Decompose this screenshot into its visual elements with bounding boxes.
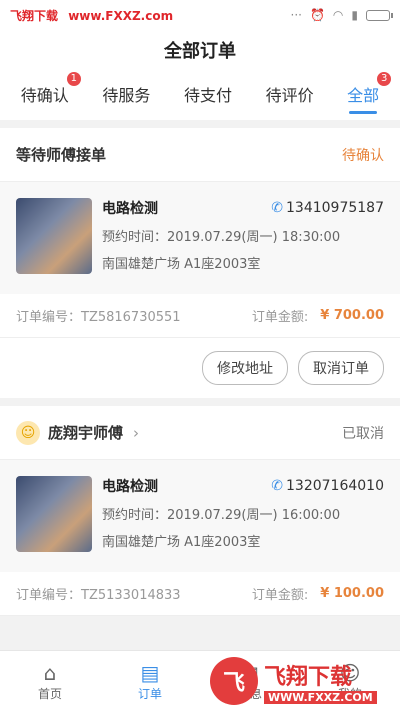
order-number: 订单编号：TZ5816730551	[16, 310, 181, 325]
watermark-site: www.FXXZ.com	[68, 8, 174, 23]
tab-pending-confirm[interactable]: 待确认 1	[20, 70, 81, 120]
order-number: 订单编号：TZ5133014833	[16, 588, 181, 603]
order-status: 已取消	[342, 425, 384, 442]
tab-label: 待支付	[183, 86, 232, 105]
worker-name: 庞翔宇师傅	[48, 424, 124, 442]
order-card: 等待师傅接单 待确认 电路检测 ✆ 13410975187 预约时间：2019.…	[0, 128, 400, 398]
wifi-icon: ◠	[332, 8, 344, 22]
watermark-logo: 飞 飞翔下载 WWW.FXXZ.COM	[210, 656, 390, 706]
phone-link[interactable]: ✆ 13410975187	[271, 200, 384, 216]
tab-badge: 1	[66, 72, 81, 86]
order-meta: 订单编号：TZ5133014833 订单金额: ¥ 100.00	[0, 572, 400, 616]
nav-label: 首页	[37, 687, 62, 701]
order-header: 等待师傅接单 待确认	[0, 128, 400, 182]
modify-address-button[interactable]: 修改地址	[202, 351, 288, 385]
tab-pending-review[interactable]: 待评价	[266, 70, 314, 120]
cancel-order-button[interactable]: 取消订单	[298, 351, 384, 385]
nav-home[interactable]: ⌂ 首页	[0, 661, 100, 702]
tab-label: 待服务	[102, 86, 151, 105]
order-status: 待确认	[342, 147, 384, 164]
service-thumbnail	[16, 198, 92, 274]
home-icon: ⌂	[43, 661, 57, 685]
watermark-text: 飞翔下载 www.FXXZ.com	[10, 7, 173, 24]
service-name: 电路检测	[102, 479, 158, 495]
phone-number: 13410975187	[286, 200, 384, 216]
chevron-right-icon: ›	[133, 423, 140, 442]
tab-pending-service[interactable]: 待服务	[102, 70, 150, 120]
order-icon: ▤	[140, 661, 160, 685]
phone-icon: ✆	[271, 478, 284, 494]
order-detail[interactable]: 电路检测 ✆ 13207164010 预约时间：2019.07.29(周一) 1…	[0, 460, 400, 572]
battery-icon	[366, 9, 393, 21]
worker-avatar: ☺	[16, 420, 40, 445]
amount-label: 订单金额:	[251, 310, 309, 325]
order-card: ☺ 庞翔宇师傅 › 已取消 电路检测 ✆ 13207164010 预约时间：20…	[0, 406, 400, 616]
order-tabs: 待确认 1 待服务 待支付 待评价 全部 3	[0, 70, 400, 120]
order-amount: ¥ 100.00	[320, 586, 384, 601]
appointment-time: 预约时间：2019.07.29(周一) 18:30:00	[102, 230, 341, 245]
system-icons: ··· ⏰ ◠ ▮	[290, 8, 393, 22]
order-meta: 订单编号：TZ5816730551 订单金额: ¥ 700.00	[0, 294, 400, 338]
order-header-text: 等待师傅接单	[16, 146, 107, 164]
service-address: 南国雄楚广场 A1座2003室	[102, 257, 261, 272]
order-amount: ¥ 700.00	[320, 308, 384, 323]
tab-badge: 3	[377, 72, 392, 86]
tab-label: 待确认	[20, 86, 69, 105]
order-info: 电路检测 ✆ 13410975187 预约时间：2019.07.29(周一) 1…	[102, 198, 384, 278]
phone-number: 13207164010	[286, 478, 384, 494]
nav-orders[interactable]: ▤ 订单	[100, 661, 200, 702]
tab-label: 全部	[347, 86, 380, 105]
tab-pending-payment[interactable]: 待支付	[184, 70, 232, 120]
nav-label: 订单	[137, 687, 162, 701]
alarm-icon: ⏰	[309, 8, 325, 22]
watermark-left: 飞翔下载	[10, 8, 59, 23]
watermark-logo-site: WWW.FXXZ.COM	[264, 690, 377, 704]
order-header[interactable]: ☺ 庞翔宇师傅 › 已取消	[0, 406, 400, 460]
amount-label: 订单金额:	[251, 588, 309, 603]
order-detail[interactable]: 电路检测 ✆ 13410975187 预约时间：2019.07.29(周一) 1…	[0, 182, 400, 294]
more-dots-icon: ···	[290, 8, 302, 22]
service-thumbnail	[16, 476, 92, 552]
watermark-logo-title: 飞翔下载	[264, 664, 353, 690]
watermark-logo-icon: 飞	[210, 657, 258, 705]
service-name: 电路检测	[102, 201, 158, 217]
status-bar: 飞翔下载 www.FXXZ.com ··· ⏰ ◠ ▮	[0, 0, 400, 30]
service-address: 南国雄楚广场 A1座2003室	[102, 535, 261, 550]
phone-link[interactable]: ✆ 13207164010	[271, 478, 384, 494]
tab-all[interactable]: 全部 3	[347, 70, 392, 120]
tab-label: 待评价	[265, 86, 314, 105]
order-actions: 修改地址 取消订单	[0, 338, 400, 398]
order-info: 电路检测 ✆ 13207164010 预约时间：2019.07.29(周一) 1…	[102, 476, 384, 556]
appointment-time: 预约时间：2019.07.29(周一) 16:00:00	[102, 508, 341, 523]
signal-icon: ▮	[351, 8, 358, 22]
page-title: 全部订单	[0, 30, 400, 70]
phone-icon: ✆	[271, 200, 284, 216]
